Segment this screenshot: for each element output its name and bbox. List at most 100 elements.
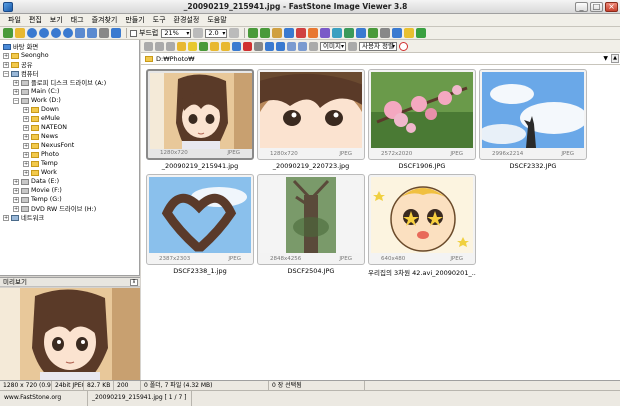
filter-select[interactable]: 이미지 <box>320 41 346 51</box>
rename-icon[interactable] <box>232 41 241 51</box>
menu-tools[interactable]: 도구 <box>149 15 170 25</box>
preview-collapse-button[interactable]: ⊼ <box>130 279 138 286</box>
filter-icon[interactable] <box>348 41 357 51</box>
color-icon[interactable] <box>308 28 319 38</box>
tree-item[interactable]: + 공유 <box>3 60 33 69</box>
tree-item[interactable]: + Photo <box>23 150 59 159</box>
collapse-icon[interactable]: − <box>13 97 19 104</box>
expand-icon[interactable]: + <box>23 142 29 149</box>
tree-item[interactable]: + Down <box>23 105 59 114</box>
tree-item[interactable]: + Work <box>23 168 57 177</box>
address-bar[interactable]: D:₩Photo₩ ▼ ▲ <box>141 53 620 65</box>
stop-icon[interactable] <box>399 41 408 51</box>
expand-icon[interactable]: + <box>23 133 29 140</box>
website-link[interactable]: www.FastStone.org <box>0 391 88 406</box>
expand-icon[interactable]: + <box>13 79 19 86</box>
expand-icon[interactable]: + <box>13 196 19 203</box>
sort-icon[interactable] <box>309 41 318 51</box>
tree-item[interactable]: − Work (D:) <box>13 96 61 105</box>
fit-icon[interactable] <box>111 28 121 38</box>
tree-item[interactable]: + eMule <box>23 114 60 123</box>
slideshow-icon[interactable] <box>344 28 355 38</box>
thumbnail[interactable]: 2996x2214 JPEG <box>479 69 587 160</box>
tree-item[interactable]: + News <box>23 132 58 141</box>
tree-item[interactable]: + Temp (G:) <box>13 195 62 204</box>
size-icon[interactable] <box>287 41 296 51</box>
tree-item[interactable]: + 네트워크 <box>3 213 44 222</box>
ratio-select[interactable]: 2.0 <box>205 28 228 38</box>
menu-settings[interactable]: 환경설정 <box>170 15 204 25</box>
actual-size-icon[interactable] <box>99 28 109 38</box>
resize-icon[interactable] <box>284 28 295 38</box>
expand-icon[interactable]: + <box>23 124 29 131</box>
rotate-right-icon[interactable] <box>260 28 271 38</box>
expand-icon[interactable]: + <box>3 52 9 59</box>
select-all-icon[interactable] <box>199 41 208 51</box>
red-eye-icon[interactable] <box>296 28 307 38</box>
open-icon[interactable] <box>3 28 13 38</box>
minimize-button[interactable]: _ <box>575 1 588 12</box>
tree-item[interactable]: + NexusFont <box>23 141 74 150</box>
menu-favorites[interactable]: 즐겨찾기 <box>88 15 122 25</box>
zoom-select[interactable]: 21% <box>161 28 192 38</box>
expand-icon[interactable]: + <box>23 106 29 113</box>
thumbnail-filename[interactable]: DSCF1906.JPG <box>368 162 476 170</box>
tree-item[interactable]: + 플로피 디스크 드라이브 (A:) <box>13 78 106 87</box>
star-icon[interactable] <box>188 41 197 51</box>
fullscreen-icon[interactable] <box>356 28 367 38</box>
back-icon[interactable] <box>27 28 37 38</box>
tree-item[interactable]: + DVD RW 드라이브 (H:) <box>13 204 96 213</box>
tree-item[interactable]: 바탕 화면 <box>3 42 38 51</box>
expand-icon[interactable]: + <box>13 205 19 212</box>
thumbnail-filename[interactable]: _20090219_220723.jpg <box>257 162 365 170</box>
expand-icon[interactable]: + <box>13 187 19 194</box>
email-icon[interactable] <box>380 28 391 38</box>
expand-icon[interactable]: + <box>13 178 19 185</box>
forward-icon[interactable] <box>39 28 49 38</box>
menu-view[interactable]: 보기 <box>46 15 67 25</box>
expand-icon[interactable]: + <box>13 88 19 95</box>
dropdown-icon[interactable]: ▼ <box>603 55 608 62</box>
tree-item[interactable]: + Main (C:) <box>13 87 59 96</box>
thumbnail[interactable]: 2572x2020 JPEG <box>368 69 476 160</box>
zoom-in-icon[interactable] <box>75 28 85 38</box>
folder-icon[interactable] <box>15 28 25 38</box>
expand-icon[interactable]: + <box>3 61 9 68</box>
tree-item[interactable]: + Temp <box>23 159 58 168</box>
thumbnail-filename[interactable]: 우리집의 3차원 42.avi_20090201_... <box>368 267 476 277</box>
thumbnail[interactable]: 1280x720 JPEG <box>257 69 365 160</box>
tree-item[interactable]: + Data (E:) <box>13 177 59 186</box>
settings-icon[interactable] <box>404 28 415 38</box>
tree-item[interactable]: + Seongho <box>3 51 49 60</box>
tag-icon[interactable] <box>177 41 186 51</box>
ratio-step-icon[interactable] <box>229 28 240 38</box>
expand-icon[interactable]: + <box>3 214 9 221</box>
thumbnail-filename[interactable]: DSCF2332.JPG <box>479 162 587 170</box>
delete-icon[interactable] <box>243 41 252 51</box>
thumbnail-filename[interactable]: DSCF2338_1.jpg <box>146 267 254 275</box>
up-icon[interactable] <box>51 28 61 38</box>
expand-icon[interactable]: + <box>23 115 29 122</box>
effects-icon[interactable] <box>320 28 331 38</box>
menu-edit[interactable]: 편집 <box>25 15 46 25</box>
menu-file[interactable]: 파일 <box>4 15 25 25</box>
grid-icon[interactable] <box>298 41 307 51</box>
maximize-button[interactable]: □ <box>590 1 603 12</box>
details-icon[interactable] <box>276 41 285 51</box>
thumbnail[interactable]: 1280x720 JPEG <box>146 69 254 160</box>
menu-help[interactable]: 도움말 <box>203 15 230 25</box>
list-view-icon[interactable] <box>155 41 164 51</box>
thumb-view-icon[interactable] <box>166 41 175 51</box>
shield-icon[interactable] <box>416 28 427 38</box>
zoom-out-icon[interactable] <box>87 28 97 38</box>
move-icon[interactable] <box>221 41 230 51</box>
thumbnail[interactable]: 2387x2303 JPEG <box>146 174 254 265</box>
print-icon[interactable] <box>392 28 403 38</box>
scroll-up-icon[interactable]: ▲ <box>611 54 619 63</box>
expand-icon[interactable]: + <box>23 169 29 176</box>
copy-icon[interactable] <box>210 41 219 51</box>
tree-item[interactable]: + Movie (F:) <box>13 186 62 195</box>
sort-select[interactable]: 사용자 정렬 <box>359 41 397 51</box>
compare-icon[interactable] <box>332 28 343 38</box>
thumbnail-filename[interactable]: DSCF2504.JPG <box>257 267 365 275</box>
